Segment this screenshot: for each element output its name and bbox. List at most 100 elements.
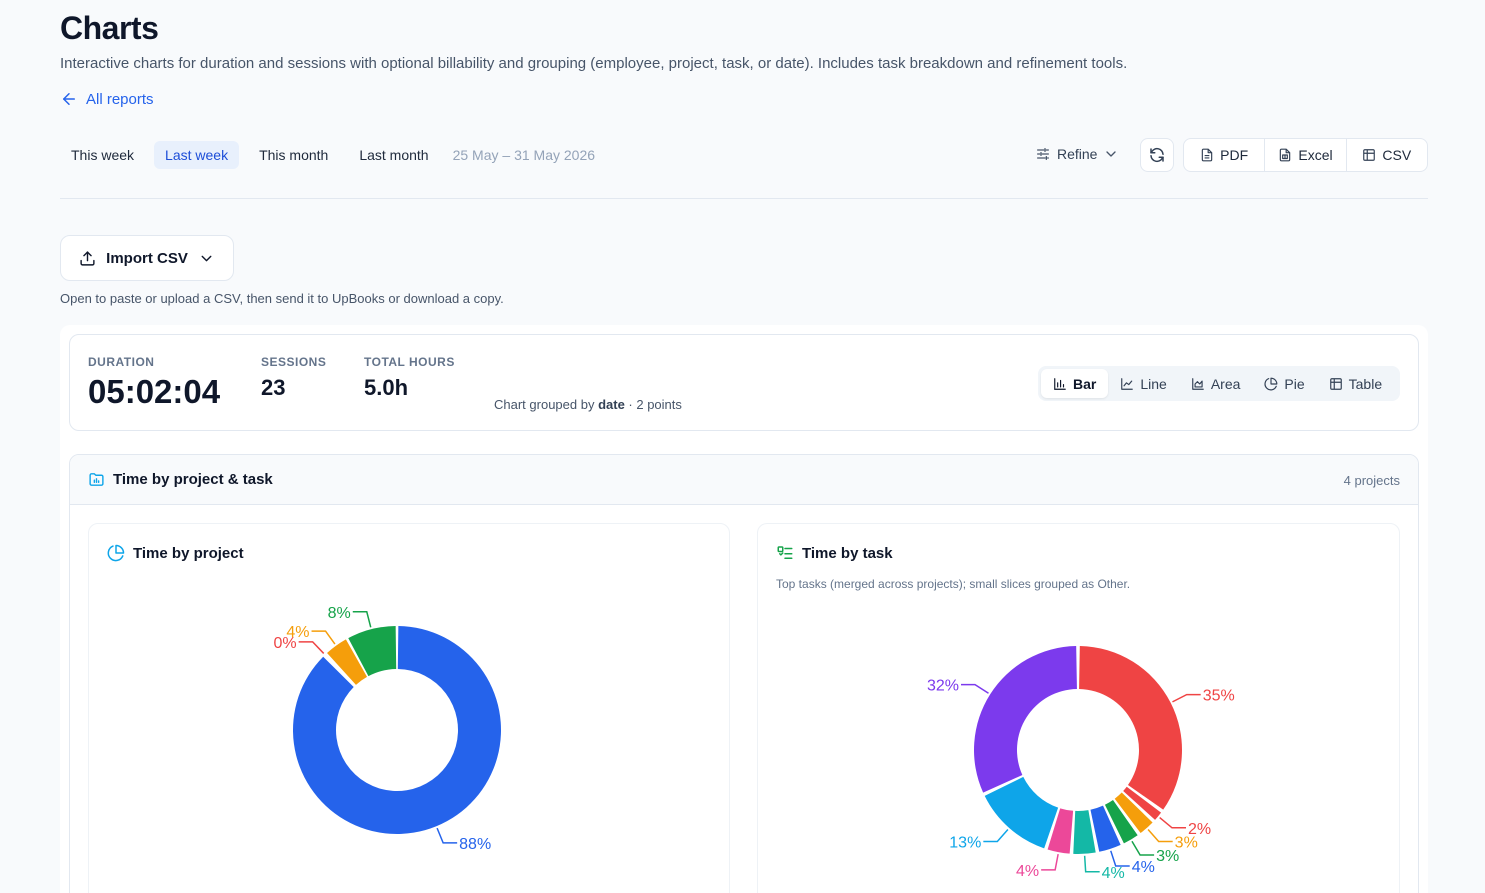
pie-leader-line bbox=[436, 827, 458, 844]
range-this-week[interactable]: This week bbox=[60, 141, 145, 169]
file-text-icon bbox=[1201, 148, 1213, 162]
pie-leader-line bbox=[1159, 816, 1187, 829]
all-reports-link[interactable]: All reports bbox=[60, 90, 154, 108]
page-title: Charts bbox=[60, 10, 159, 46]
pie-leader-line bbox=[1172, 693, 1201, 703]
all-reports-label: All reports bbox=[86, 90, 154, 108]
refresh-button[interactable] bbox=[1140, 138, 1174, 172]
charts-panel: DURATION 05:02:04 SESSIONS 23 TOTAL HOUR… bbox=[60, 325, 1428, 893]
bar-chart-icon bbox=[1054, 377, 1066, 390]
grouped-key: date bbox=[598, 397, 625, 412]
pie-data-label: 8% bbox=[328, 605, 351, 622]
time-by-project-title-text: Time by project bbox=[133, 544, 244, 562]
pie-data-label: 4% bbox=[286, 624, 309, 641]
sessions-stat: SESSIONS 23 bbox=[261, 355, 326, 401]
chart-type-line[interactable]: Line bbox=[1108, 369, 1178, 398]
table-icon bbox=[1329, 377, 1342, 390]
pie-data-label: 4% bbox=[1102, 865, 1125, 882]
pie-leader-line bbox=[960, 683, 989, 694]
chart-type-area-label: Area bbox=[1210, 375, 1241, 392]
pie-leader-line bbox=[311, 630, 336, 645]
grouped-prefix: Chart grouped by bbox=[494, 397, 599, 412]
area-chart-icon bbox=[1191, 377, 1204, 390]
chart-type-area[interactable]: Area bbox=[1179, 369, 1253, 398]
pie-leader-line bbox=[1110, 850, 1130, 867]
pie-data-label: 3% bbox=[1156, 848, 1179, 865]
folder-chart-icon bbox=[89, 473, 104, 486]
hours-label: TOTAL HOURS bbox=[364, 355, 455, 369]
hours-value: 5.0h bbox=[364, 375, 409, 400]
arrow-left-icon bbox=[63, 93, 75, 105]
chart-type-table-label: Table bbox=[1348, 375, 1383, 392]
duration-value: 05:02:04 bbox=[88, 373, 221, 410]
time-by-task-card: 35% 2% 3% 3% 4% 4% 4% 13% 32% Time by task Top t… bbox=[757, 523, 1400, 893]
pie-leader-line bbox=[1131, 840, 1155, 856]
export-group: PDF Excel CSV bbox=[1183, 138, 1428, 172]
breakdown-title-text: Time by project & task bbox=[113, 471, 273, 488]
sessions-value: 23 bbox=[261, 375, 286, 400]
breakdown-title: Time by project & task bbox=[88, 471, 273, 488]
pie-data-label: 4% bbox=[1016, 863, 1039, 880]
chevron-down-icon bbox=[1106, 151, 1117, 157]
pie-slice[interactable] bbox=[293, 626, 501, 834]
upload-icon bbox=[80, 250, 95, 266]
refine-label: Refine bbox=[1057, 146, 1098, 162]
import-help-text: Open to paste or upload a CSV, then send… bbox=[60, 291, 504, 306]
table-icon bbox=[1363, 149, 1376, 161]
line-chart-icon bbox=[1121, 377, 1134, 390]
time-by-task-subtitle: Top tasks (merged across projects); smal… bbox=[776, 577, 1131, 591]
pie-leader-line bbox=[983, 829, 1009, 843]
pie-slice[interactable] bbox=[1079, 646, 1182, 810]
export-pdf-button[interactable]: PDF bbox=[1184, 139, 1266, 171]
pie-data-label: 32% bbox=[927, 678, 959, 695]
pie-data-label: 88% bbox=[459, 836, 491, 853]
pie-slice[interactable] bbox=[974, 646, 1077, 793]
hours-stat: TOTAL HOURS 5.0h bbox=[364, 355, 455, 401]
pie-slice[interactable] bbox=[984, 776, 1059, 849]
chart-type-line-label: Line bbox=[1140, 375, 1167, 392]
chart-type-bar[interactable]: Bar bbox=[1041, 369, 1109, 398]
chart-type-pie[interactable]: Pie bbox=[1252, 369, 1316, 398]
range-last-week[interactable]: Last week bbox=[154, 141, 240, 169]
sliders-icon bbox=[1037, 148, 1049, 160]
pie-leader-line bbox=[352, 611, 372, 628]
time-by-task-title: Time by task bbox=[776, 544, 893, 562]
refine-button[interactable]: Refine bbox=[1035, 146, 1119, 162]
breakdown-header: Time by project & task 4 projects bbox=[70, 455, 1418, 505]
grouped-suffix: · 2 points bbox=[624, 397, 682, 412]
chart-type-switcher: Bar Line Area Pie Table bbox=[1038, 366, 1400, 401]
export-csv-label: CSV bbox=[1382, 147, 1412, 163]
export-csv-button[interactable]: CSV bbox=[1347, 139, 1427, 171]
chart-type-bar-label: Bar bbox=[1073, 375, 1097, 392]
range-this-month[interactable]: This month bbox=[248, 141, 339, 169]
pie-chart-icon bbox=[107, 544, 125, 562]
chart-type-table[interactable]: Table bbox=[1317, 369, 1394, 398]
range-last-month[interactable]: Last month bbox=[348, 141, 439, 169]
chart-type-pie-label: Pie bbox=[1284, 375, 1305, 392]
refresh-icon bbox=[1150, 147, 1164, 163]
summary-stats: DURATION 05:02:04 SESSIONS 23 TOTAL HOUR… bbox=[69, 334, 1419, 431]
export-excel-button[interactable]: Excel bbox=[1265, 139, 1347, 171]
date-range-tabs: This week Last week This month Last mont… bbox=[60, 141, 595, 169]
pie-leader-line bbox=[1083, 855, 1100, 873]
grouped-by-text: Chart grouped by date · 2 points bbox=[494, 397, 682, 412]
pie-data-label: 4% bbox=[1132, 859, 1155, 876]
pie-data-label: 35% bbox=[1203, 688, 1235, 705]
export-excel-label: Excel bbox=[1298, 147, 1333, 163]
project-count: 4 projects bbox=[1343, 473, 1400, 488]
list-checks-icon bbox=[777, 546, 793, 559]
pie-leader-line bbox=[298, 641, 325, 654]
date-range-text: 25 May – 31 May 2026 bbox=[452, 147, 596, 163]
export-pdf-label: PDF bbox=[1220, 147, 1249, 163]
chevron-down-icon bbox=[201, 255, 212, 261]
time-by-project-title: Time by project bbox=[107, 544, 244, 562]
pie-leader-line bbox=[1147, 829, 1173, 843]
project-task-breakdown: Time by project & task 4 projects 88% 0% 4… bbox=[69, 454, 1419, 893]
pie-data-label: 13% bbox=[949, 835, 981, 852]
sessions-label: SESSIONS bbox=[261, 355, 327, 369]
import-csv-button[interactable]: Import CSV bbox=[60, 235, 234, 281]
time-by-task-title-text: Time by task bbox=[802, 544, 893, 562]
pie-leader-line bbox=[1041, 853, 1059, 871]
toolbar: This week Last week This month Last mont… bbox=[60, 138, 1428, 174]
file-spreadsheet-icon bbox=[1280, 148, 1291, 162]
